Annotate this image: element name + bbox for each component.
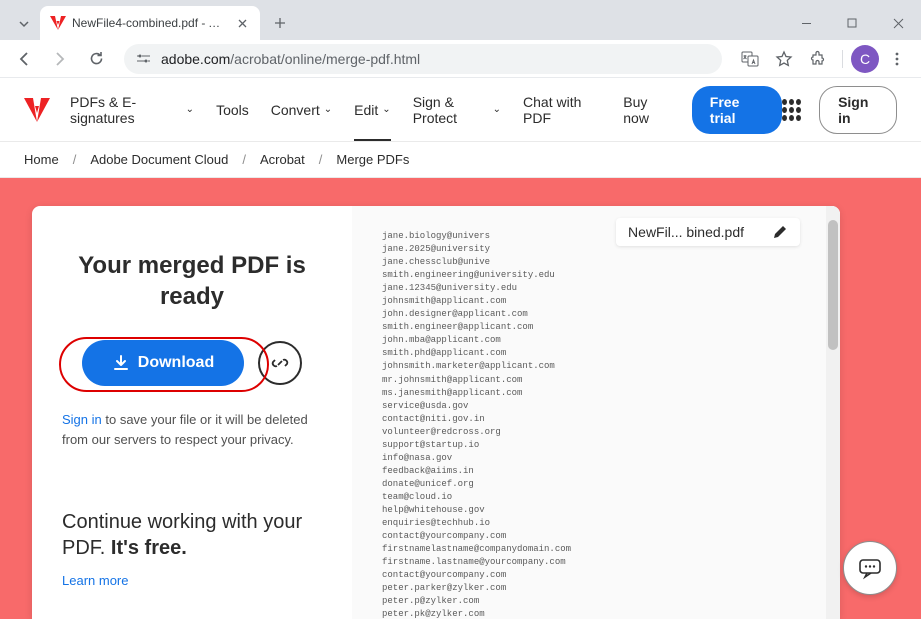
- chevron-down-icon: ⌄: [382, 104, 390, 115]
- result-title: Your merged PDF is ready: [62, 250, 322, 312]
- profile-avatar[interactable]: C: [851, 45, 879, 73]
- arrow-right-icon: [51, 50, 69, 68]
- new-tab-button[interactable]: [266, 9, 294, 37]
- chevron-down-icon: ⌄: [324, 104, 332, 115]
- signin-note: Sign in to save your file or it will be …: [62, 410, 322, 449]
- window-controls: [783, 6, 921, 40]
- chevron-down-icon: ⌄: [186, 104, 194, 115]
- translate-button[interactable]: [734, 43, 766, 75]
- tab-title: NewFile4-combined.pdf - Adob: [72, 16, 228, 30]
- breadcrumb-adobe-document-cloud[interactable]: Adobe Document Cloud: [90, 152, 228, 167]
- link-icon: [270, 353, 290, 373]
- nav-forward-button[interactable]: [44, 43, 76, 75]
- result-card: Your merged PDF is ready Download Sign i…: [32, 206, 840, 619]
- scrollbar-thumb[interactable]: [828, 220, 838, 350]
- star-icon: [775, 50, 793, 68]
- free-trial-button[interactable]: Free trial: [692, 86, 782, 134]
- url-bar[interactable]: adobe.com/acrobat/online/merge-pdf.html: [124, 44, 722, 74]
- signin-link[interactable]: Sign in: [62, 412, 102, 427]
- nav-back-button[interactable]: [8, 43, 40, 75]
- chevron-down-icon: [18, 18, 30, 30]
- translate-icon: [741, 50, 759, 68]
- tab-search-dropdown[interactable]: [8, 8, 40, 40]
- nav-item-convert[interactable]: Convert⌄: [271, 78, 332, 141]
- kebab-icon: [889, 51, 905, 67]
- close-icon: [893, 18, 904, 29]
- sign-in-button[interactable]: Sign in: [819, 86, 897, 134]
- preview-panel: NewFil... bined.pdf jane.biology@univers…: [352, 206, 840, 619]
- maximize-icon: [847, 18, 857, 28]
- preview-scrollbar[interactable]: [826, 206, 840, 619]
- browser-tab-strip: NewFile4-combined.pdf - Adob: [0, 0, 921, 40]
- extensions-button[interactable]: [802, 43, 834, 75]
- download-icon: [112, 354, 130, 372]
- nav-item-tools[interactable]: Tools: [216, 78, 249, 141]
- adobe-header: PDFs & E-signatures⌄ Tools Convert⌄ Edit⌄ Si…: [0, 78, 921, 142]
- toolbar-divider: [842, 50, 843, 68]
- site-settings-icon: [136, 51, 151, 66]
- filename-label[interactable]: NewFil... bined.pdf: [616, 218, 800, 246]
- learn-more-link[interactable]: Learn more: [62, 573, 128, 588]
- share-link-button[interactable]: [258, 341, 302, 385]
- adobe-favicon: [50, 15, 66, 31]
- chat-button[interactable]: [843, 541, 897, 595]
- url-text: adobe.com/acrobat/online/merge-pdf.html: [161, 51, 420, 67]
- nav-item-pdfs-e-signatures[interactable]: PDFs & E-signatures⌄: [70, 78, 194, 141]
- nav-item-buy-now[interactable]: Buy now: [623, 78, 670, 141]
- window-maximize[interactable]: [829, 6, 875, 40]
- chat-icon: [857, 555, 883, 581]
- window-close[interactable]: [875, 6, 921, 40]
- breadcrumb: Home/Adobe Document Cloud/Acrobat/Merge …: [0, 142, 921, 178]
- nav-item-sign-protect[interactable]: Sign & Protect⌄: [413, 78, 501, 141]
- nav-reload-button[interactable]: [80, 43, 112, 75]
- main-content: Your merged PDF is ready Download Sign i…: [0, 178, 921, 619]
- browser-tab-active[interactable]: NewFile4-combined.pdf - Adob: [40, 6, 260, 40]
- tab-close-button[interactable]: [234, 15, 250, 31]
- breadcrumb-merge-pdfs[interactable]: Merge PDFs: [336, 152, 409, 167]
- reload-icon: [88, 50, 105, 67]
- nav-item-chat-with-pdf[interactable]: Chat with PDF: [523, 78, 601, 141]
- bookmark-button[interactable]: [768, 43, 800, 75]
- browser-toolbar: adobe.com/acrobat/online/merge-pdf.html …: [0, 40, 921, 78]
- download-button[interactable]: Download: [82, 340, 244, 386]
- left-panel: Your merged PDF is ready Download Sign i…: [32, 206, 352, 619]
- window-minimize[interactable]: [783, 6, 829, 40]
- pdf-preview-text: jane.biology@univers jane.2025@universit…: [382, 230, 806, 619]
- breadcrumb-home[interactable]: Home: [24, 152, 59, 167]
- breadcrumb-acrobat[interactable]: Acrobat: [260, 152, 305, 167]
- close-icon: [238, 19, 247, 28]
- minimize-icon: [801, 18, 812, 29]
- nav-item-edit[interactable]: Edit⌄: [354, 78, 391, 141]
- arrow-left-icon: [15, 50, 33, 68]
- puzzle-icon: [810, 50, 827, 67]
- adobe-logo[interactable]: [24, 98, 50, 122]
- plus-icon: [274, 17, 286, 29]
- continue-heading: Continue working with your PDF. It's fre…: [62, 509, 322, 561]
- browser-menu-button[interactable]: [881, 43, 913, 75]
- edit-icon: [772, 224, 788, 240]
- apps-launcher[interactable]: [782, 99, 801, 121]
- chevron-down-icon: ⌄: [493, 104, 501, 115]
